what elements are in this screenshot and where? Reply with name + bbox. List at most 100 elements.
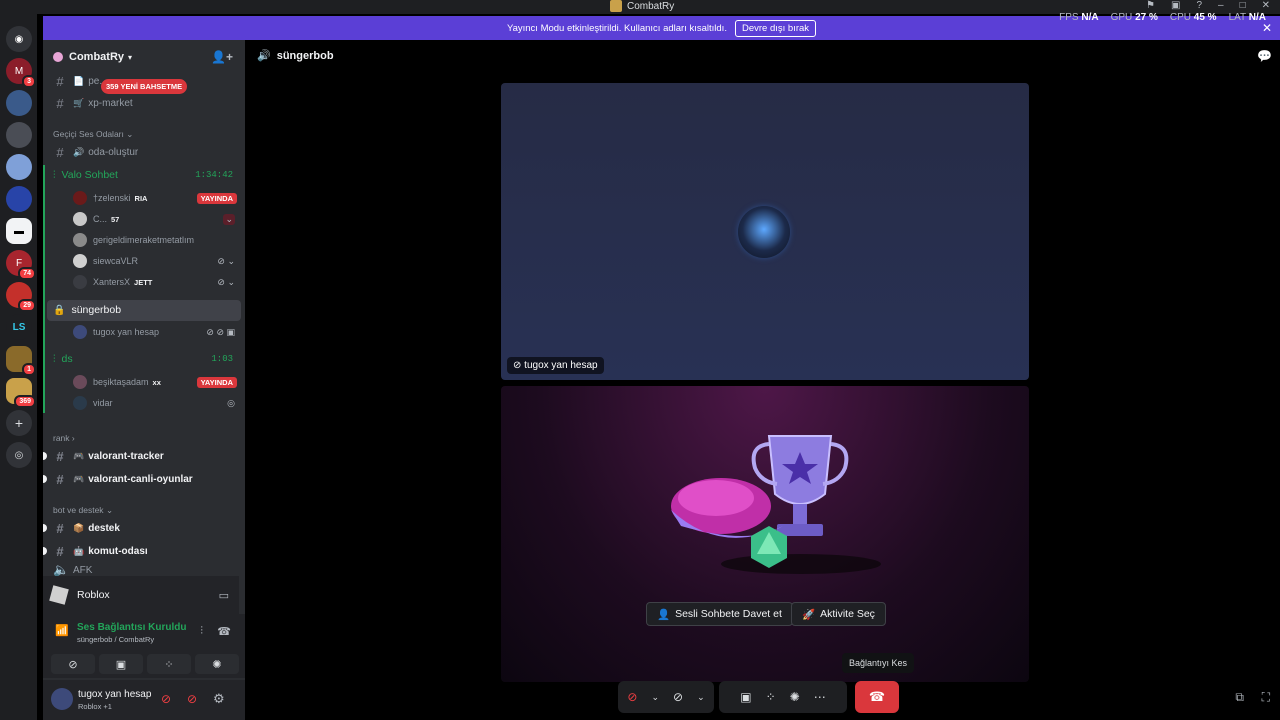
mention-badge: 29 xyxy=(18,299,36,312)
category-header[interactable]: rank › xyxy=(53,433,75,443)
channel-item[interactable]: # 🎮 valorant-canli-oyunlar xyxy=(43,469,245,489)
avatar[interactable] xyxy=(51,688,73,710)
gear-icon[interactable]: ⚙ xyxy=(213,691,225,707)
speaker-icon: 🔊 xyxy=(257,50,271,62)
choose-activity-button[interactable]: 🚀 Aktivite Seç xyxy=(791,602,886,626)
server-icon[interactable]: F 74 xyxy=(6,250,36,280)
screen-share-icon[interactable]: ▭ xyxy=(219,589,229,602)
server-icon[interactable]: 29 xyxy=(6,282,36,312)
headphones-deafened-icon[interactable]: ⊘ xyxy=(187,692,197,706)
chevron-down-icon[interactable]: ⌄ xyxy=(651,692,659,703)
new-mentions-badge[interactable]: 359 YENİ BAHSETME xyxy=(101,79,188,94)
chevron-down-icon[interactable]: ⌄ xyxy=(697,692,705,703)
noise-suppression-icon[interactable]: ⫶ xyxy=(200,625,203,638)
camera-off-button[interactable]: ⊘ xyxy=(51,654,95,674)
activities-icon[interactable]: ⁘ xyxy=(766,690,776,704)
server-icon[interactable]: 1 xyxy=(6,346,36,376)
disable-streamer-mode-button[interactable]: Devre dışı bırak xyxy=(734,19,817,37)
mic-muted-icon[interactable]: ⊘ xyxy=(161,692,171,706)
server-icon[interactable]: ▬ xyxy=(6,218,32,244)
channel-item[interactable]: # 🎮 valorant-tracker xyxy=(43,446,245,466)
channel-item[interactable]: # 🔊 oda-oluştur xyxy=(43,142,245,162)
lat-label: LAT xyxy=(1228,12,1246,23)
invite-to-voice-button[interactable]: 👤 Sesli Sohbete Davet et xyxy=(646,602,793,626)
server-icon[interactable] xyxy=(6,122,32,148)
participant-name: tugox yan hesap xyxy=(524,360,598,371)
server-icon[interactable]: LS xyxy=(6,314,32,340)
more-options-icon[interactable]: ⋯ xyxy=(814,690,826,704)
fps-value: N/A xyxy=(1081,12,1099,23)
voice-member[interactable]: C... 57 ⌄ xyxy=(73,209,241,229)
discover-icon[interactable]: ◎ xyxy=(6,442,32,468)
screen-share-icon[interactable]: ▣ xyxy=(740,690,751,704)
activities-button[interactable]: ⁘ xyxy=(147,654,191,674)
server-rail: ◉ M3 ▬ F 74 29 LS 1 369 + ◎ xyxy=(0,14,37,720)
help-icon[interactable]: ? xyxy=(1196,0,1202,11)
popout-icon[interactable]: ⧉ xyxy=(1235,690,1244,705)
avatar xyxy=(73,191,87,205)
category-header[interactable]: bot ve destek ⌄ xyxy=(53,505,113,516)
voice-member[interactable]: gerigeldimeraketmetatlım xyxy=(73,230,241,250)
unread-indicator xyxy=(43,524,47,532)
soundboard-icon[interactable]: ✺ xyxy=(790,690,800,704)
server-header[interactable]: CombatRy ▾ 👤+ xyxy=(43,40,245,74)
fullscreen-icon[interactable]: ⛶ xyxy=(1262,690,1270,705)
gpu-value: 27 % xyxy=(1135,12,1158,23)
member-name: vidar xyxy=(93,398,113,408)
participant-tile[interactable]: ⊘ tugox yan hesap xyxy=(501,83,1029,380)
cpu-value: 45 % xyxy=(1193,12,1217,23)
disconnect-button[interactable]: ☎ xyxy=(855,681,899,713)
server-icon[interactable]: M3 xyxy=(6,58,36,88)
chevron-down-icon: ⌄ xyxy=(126,129,134,139)
invite-button-label: Sesli Sohbete Davet et xyxy=(675,608,782,620)
video-icon[interactable]: ⊘ xyxy=(673,690,683,704)
maximize-icon[interactable]: □ xyxy=(1240,0,1246,11)
chevron-down-icon: ▾ xyxy=(128,52,133,62)
voice-channel-ds[interactable]: ⫶ ds 1:03 xyxy=(43,349,245,369)
user-name[interactable]: tugox yan hesap xyxy=(78,689,151,700)
category-header[interactable]: Geçiçi Ses Odaları ⌄ xyxy=(53,129,133,140)
voice-member[interactable]: †zelenski RIA YAYINDA xyxy=(73,188,241,208)
channel-emoji: 🎮 xyxy=(73,473,85,484)
voice-member[interactable]: tugox yan hesap ⊘ ⊘ ▣ xyxy=(73,322,241,342)
minimize-icon[interactable]: – xyxy=(1218,0,1224,11)
close-banner-icon[interactable]: ✕ xyxy=(1262,21,1272,35)
close-window-icon[interactable]: ✕ xyxy=(1262,0,1270,11)
voice-member[interactable]: XantersX JETT ⊘ ⌄ xyxy=(73,272,241,292)
voice-member[interactable]: siewcaVLR ⊘ ⌄ xyxy=(73,251,241,271)
channel-item[interactable]: # 📦 destek xyxy=(43,518,245,538)
channel-item[interactable]: # 🛒 xp-market xyxy=(43,93,245,113)
voice-channel-valo[interactable]: ⫶ Valo Sohbet 1:34:42 xyxy=(43,165,245,185)
flag-icon[interactable]: ⚑ xyxy=(1146,0,1155,11)
camera-off-icon[interactable]: ⊘ xyxy=(627,690,637,704)
soundboard-button[interactable]: ✺ xyxy=(195,654,239,674)
voice-member[interactable]: vidar ◎ xyxy=(73,393,241,413)
channel-name: destek xyxy=(88,522,120,534)
chevron-down-icon[interactable]: ⌄ xyxy=(223,213,235,225)
channel-item[interactable]: 🔈 AFK xyxy=(43,564,245,576)
invite-people-icon[interactable]: 👤+ xyxy=(211,50,233,64)
voice-member[interactable]: beşiktaşadam xx YAYINDA xyxy=(73,372,241,392)
discord-home-icon[interactable]: ◉ xyxy=(6,26,32,52)
activity-panel[interactable]: Roblox ▭ xyxy=(43,576,239,614)
add-server-icon[interactable]: + xyxy=(6,410,32,436)
server-icon[interactable] xyxy=(6,154,32,180)
user-activity: Roblox +1 xyxy=(78,702,112,711)
active-voice-indicator xyxy=(43,165,45,413)
voice-status[interactable]: Ses Bağlantısı Kuruldu xyxy=(77,622,186,633)
inbox-icon[interactable]: ▣ xyxy=(1171,0,1180,11)
hash-icon: # xyxy=(56,520,64,536)
server-icon[interactable]: 369 xyxy=(6,378,36,408)
server-icon[interactable] xyxy=(6,186,32,212)
disconnect-icon[interactable]: ☎ xyxy=(217,625,231,638)
share-screen-button[interactable]: ▣ xyxy=(99,654,143,674)
server-icon[interactable] xyxy=(6,90,32,116)
chat-icon[interactable]: 💬 xyxy=(1257,49,1272,63)
channel-name: xp-market xyxy=(88,97,133,109)
voice-channel-sungerbob[interactable]: 🔒 süngerbob xyxy=(43,300,245,320)
user-panel: tugox yan hesap Roblox +1 ⊘ ⊘ ⚙ xyxy=(43,680,245,720)
channel-item[interactable]: # 🤖 komut-odası xyxy=(43,541,245,561)
hang-up-icon: ☎ xyxy=(868,689,886,704)
app-logo-icon xyxy=(610,0,622,12)
member-name: tugox yan hesap xyxy=(93,327,160,337)
